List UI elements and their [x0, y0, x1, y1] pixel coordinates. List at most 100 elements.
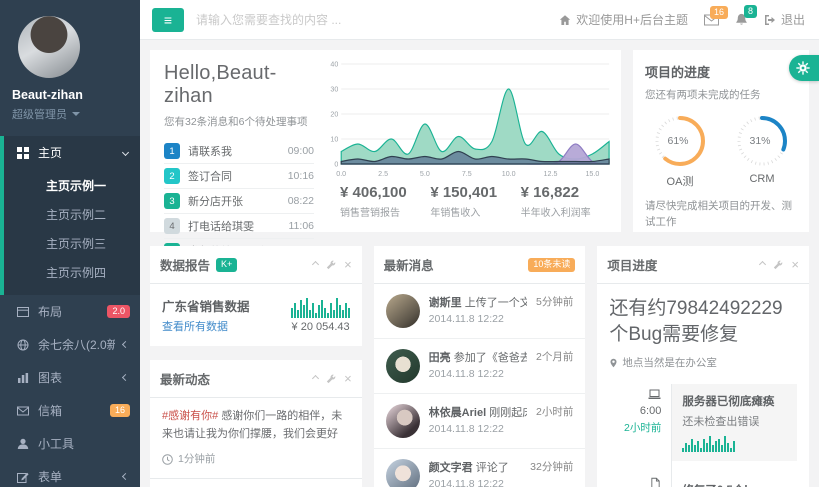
collapse-icon[interactable]	[313, 376, 318, 381]
sidebar-item-home-example-3[interactable]: 主页示例三	[4, 229, 140, 258]
user-link[interactable]: 谢斯里	[429, 297, 462, 309]
sidebar-toggle-button[interactable]: ≡	[152, 8, 184, 32]
wrench-icon[interactable]	[326, 260, 336, 270]
user-link[interactable]: 颜文字君	[429, 462, 473, 474]
todo-label: 签订合同	[188, 168, 280, 184]
todo-item[interactable]: 1 请联系我 09:00	[164, 139, 314, 164]
todo-item[interactable]: 4 打电话给琪雯 11:06	[164, 214, 314, 239]
logout-button[interactable]: 退出	[764, 11, 805, 28]
mail-badge: 16	[710, 6, 728, 19]
notifications-button[interactable]: 8	[735, 13, 748, 26]
stat-half-year-margin: ¥ 16,822 半年收入利润率	[521, 184, 611, 219]
hashtag-link[interactable]: #感谢有你#	[162, 410, 218, 422]
clock-icon	[162, 454, 173, 465]
donut-label: CRM	[733, 173, 791, 185]
user-role-dropdown[interactable]: 超级管理员	[10, 106, 130, 122]
wrench-icon[interactable]	[326, 374, 336, 384]
sign-out-icon	[764, 14, 776, 26]
sidebar-item-label: 布局	[38, 303, 99, 320]
laptop-icon	[609, 388, 661, 400]
close-icon[interactable]: ×	[791, 258, 799, 271]
nav-group-home: 主页 主页示例一 主页示例二 主页示例三 主页示例四	[0, 136, 140, 295]
panel-tools: ×	[313, 372, 352, 385]
k-plus-badge: K+	[216, 258, 237, 272]
envelope-icon	[16, 405, 30, 417]
sidebar-item-label: 主页	[38, 144, 115, 161]
wrench-icon[interactable]	[773, 260, 783, 270]
feed-post: #感谢有你# 感谢你们一路的相伴，未来也请让我为你们撑腰，我们会更好	[162, 408, 350, 443]
message-action: 评论了	[476, 462, 509, 474]
avatar	[386, 459, 420, 487]
timeline-text: 还未检查出错误	[682, 413, 787, 429]
avatar	[386, 349, 420, 383]
sidebar-item-label: 表单	[38, 468, 115, 485]
todo-item[interactable]: 3 新分店开张 08:22	[164, 189, 314, 214]
sidebar-item-home-example-1[interactable]: 主页示例一	[4, 171, 140, 200]
mailbox-badge: 16	[110, 404, 130, 417]
report-amount: ¥ 20 054.43	[291, 321, 350, 333]
data-report-panel: 数据报告 K+ × 广东省销售数据 查看所有数据 ¥ 20	[150, 246, 362, 346]
report-name: 广东省销售数据	[162, 296, 250, 315]
welcome-text: 欢迎使用H+后台主题	[576, 11, 688, 28]
message-item: 颜文字君 评论了 2014.11.8 12:22 【九部令人拍案叫绝的惊悚悬疑剧…	[374, 449, 586, 487]
project-progress-panel: 项目进度 × 还有约79842492229个Bug需要修复 地点当然是在办公室	[597, 246, 809, 487]
overview-note: 请尽快完成相关项目的开发、测试工作	[645, 199, 797, 231]
column-right: 项目进度 × 还有约79842492229个Bug需要修复 地点当然是在办公室	[597, 246, 809, 487]
sidebar-item-forms[interactable]: 表单	[0, 460, 140, 487]
message-item: 田亮 参加了《爸爸去哪儿》 2014.11.8 12:22 2个月前	[374, 339, 586, 394]
message-item: 林依晨Ariel 刚刚起床 2014.11.8 12:22 2小时前	[374, 394, 586, 449]
search-input[interactable]	[196, 13, 547, 27]
main-content: Hello,Beaut-zihan 您有32条消息和6个待处理事项 1 请联系我…	[140, 40, 819, 487]
svg-text:40: 40	[330, 59, 338, 68]
collapse-icon[interactable]	[313, 262, 318, 267]
globe-icon	[16, 339, 30, 351]
sidebar-item-yuqiyuba[interactable]: 余七余八(2.0新增)	[0, 328, 140, 361]
mail-button[interactable]: 16	[704, 14, 719, 26]
svg-text:10: 10	[330, 134, 338, 143]
message-action: 参加了《爸爸去哪儿》	[454, 352, 527, 364]
stats-row: ¥ 406,100 销售营销报告 ¥ 150,401 年销售收入 ¥ 16,82…	[326, 184, 611, 219]
view-all-data-link[interactable]: 查看所有数据	[162, 318, 250, 334]
location-row: 地点当然是在办公室	[609, 355, 797, 370]
topbar: ≡ 欢迎使用H+后台主题 16 8 退出	[140, 0, 819, 40]
stat-annual-income: ¥ 150,401 年销售收入	[430, 184, 520, 219]
close-icon[interactable]: ×	[344, 258, 352, 271]
close-icon[interactable]: ×	[344, 372, 352, 385]
sparkline-chart	[682, 436, 787, 452]
sidebar-item-home[interactable]: 主页	[4, 136, 140, 169]
message-ago: 2个月前	[536, 349, 573, 383]
caret-down-icon	[72, 112, 80, 116]
welcome-link[interactable]: 欢迎使用H+后台主题	[559, 11, 688, 28]
collapse-icon[interactable]	[760, 262, 765, 267]
layouts-badge: 2.0	[107, 305, 130, 318]
user-profile: Beaut-zihan 超级管理员	[0, 0, 140, 132]
sidebar-item-mailbox[interactable]: 信箱 16	[0, 394, 140, 427]
theme-settings-button[interactable]	[789, 55, 819, 81]
panel-title: 最新动态	[160, 369, 210, 388]
sidebar-item-label: 余七余八(2.0新增)	[38, 336, 115, 353]
feed-body: #感谢有你# 感谢你们一路的相伴，未来也请让我为你们撑腰，我们会更好 1分钟前 …	[150, 398, 362, 487]
user-link[interactable]: 林依晨Ariel	[429, 407, 486, 419]
panel-header: 最新动态 ×	[150, 360, 362, 398]
donut-charts: 61% OA测 31% CRM	[645, 114, 797, 189]
panel-tools: ×	[760, 258, 799, 271]
todo-item[interactable]: 2 签订合同 10:16	[164, 164, 314, 189]
svg-text:5.0: 5.0	[420, 169, 430, 178]
file-icon	[609, 477, 661, 487]
chevron-down-icon	[122, 149, 129, 156]
home-icon	[559, 14, 571, 26]
home-submenu: 主页示例一 主页示例二 主页示例三 主页示例四	[4, 169, 140, 295]
sidebar-item-home-example-2[interactable]: 主页示例二	[4, 200, 140, 229]
user-link[interactable]: 田亮	[429, 352, 451, 364]
sidebar-item-layouts[interactable]: 布局 2.0	[0, 295, 140, 328]
todo-badge: 3	[164, 193, 180, 209]
sidebar-item-label: 信箱	[38, 402, 102, 419]
sidebar-item-charts[interactable]: 图表	[0, 361, 140, 394]
todo-label: 打电话给琪雯	[188, 218, 281, 234]
sidebar-item-home-example-4[interactable]: 主页示例四	[4, 258, 140, 287]
bar-chart-icon	[16, 372, 30, 384]
svg-text:20: 20	[330, 109, 338, 118]
panel-title: 数据报告	[160, 255, 210, 274]
sidebar-item-widgets[interactable]: 小工具	[0, 427, 140, 460]
welcome-column: Hello,Beaut-zihan 您有32条消息和6个待处理事项 1 请联系我…	[150, 50, 322, 232]
